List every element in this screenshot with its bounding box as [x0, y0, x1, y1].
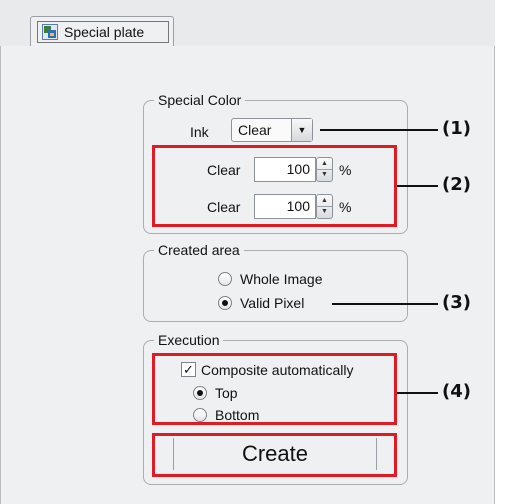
- tab-focus-box: Special plate: [37, 21, 169, 43]
- valid-pixel-label[interactable]: Valid Pixel: [240, 294, 304, 312]
- callout-label-1: (1): [442, 118, 471, 139]
- chevron-down-icon[interactable]: ▼: [291, 119, 312, 141]
- callout-label-3: (3): [442, 292, 471, 313]
- callout-line-2: [397, 185, 438, 187]
- callout-box-2: [152, 145, 397, 227]
- special-plate-icon: [42, 24, 58, 40]
- callout-line-4: [397, 392, 438, 394]
- callout-label-4: (4): [442, 381, 471, 402]
- callout-line-1: [320, 129, 438, 131]
- special-color-legend: Special Color: [154, 92, 246, 108]
- create-highlight-box: [152, 433, 397, 477]
- tab-label: Special plate: [64, 24, 145, 40]
- tab-strip: Special plate: [0, 0, 495, 47]
- callout-label-2: (2): [442, 174, 471, 195]
- whole-image-label[interactable]: Whole Image: [240, 270, 322, 288]
- whole-image-radio[interactable]: [218, 272, 232, 286]
- ink-select-value: Clear: [238, 122, 272, 138]
- execution-legend: Execution: [154, 332, 224, 348]
- callout-line-3: [332, 303, 438, 305]
- valid-pixel-radio[interactable]: [218, 296, 232, 310]
- ink-label: Ink: [190, 124, 209, 140]
- created-area-legend: Created area: [154, 242, 244, 258]
- callout-box-4: [152, 353, 397, 425]
- ink-select[interactable]: Clear ▼: [231, 118, 313, 142]
- tab-special-plate[interactable]: Special plate: [30, 16, 174, 47]
